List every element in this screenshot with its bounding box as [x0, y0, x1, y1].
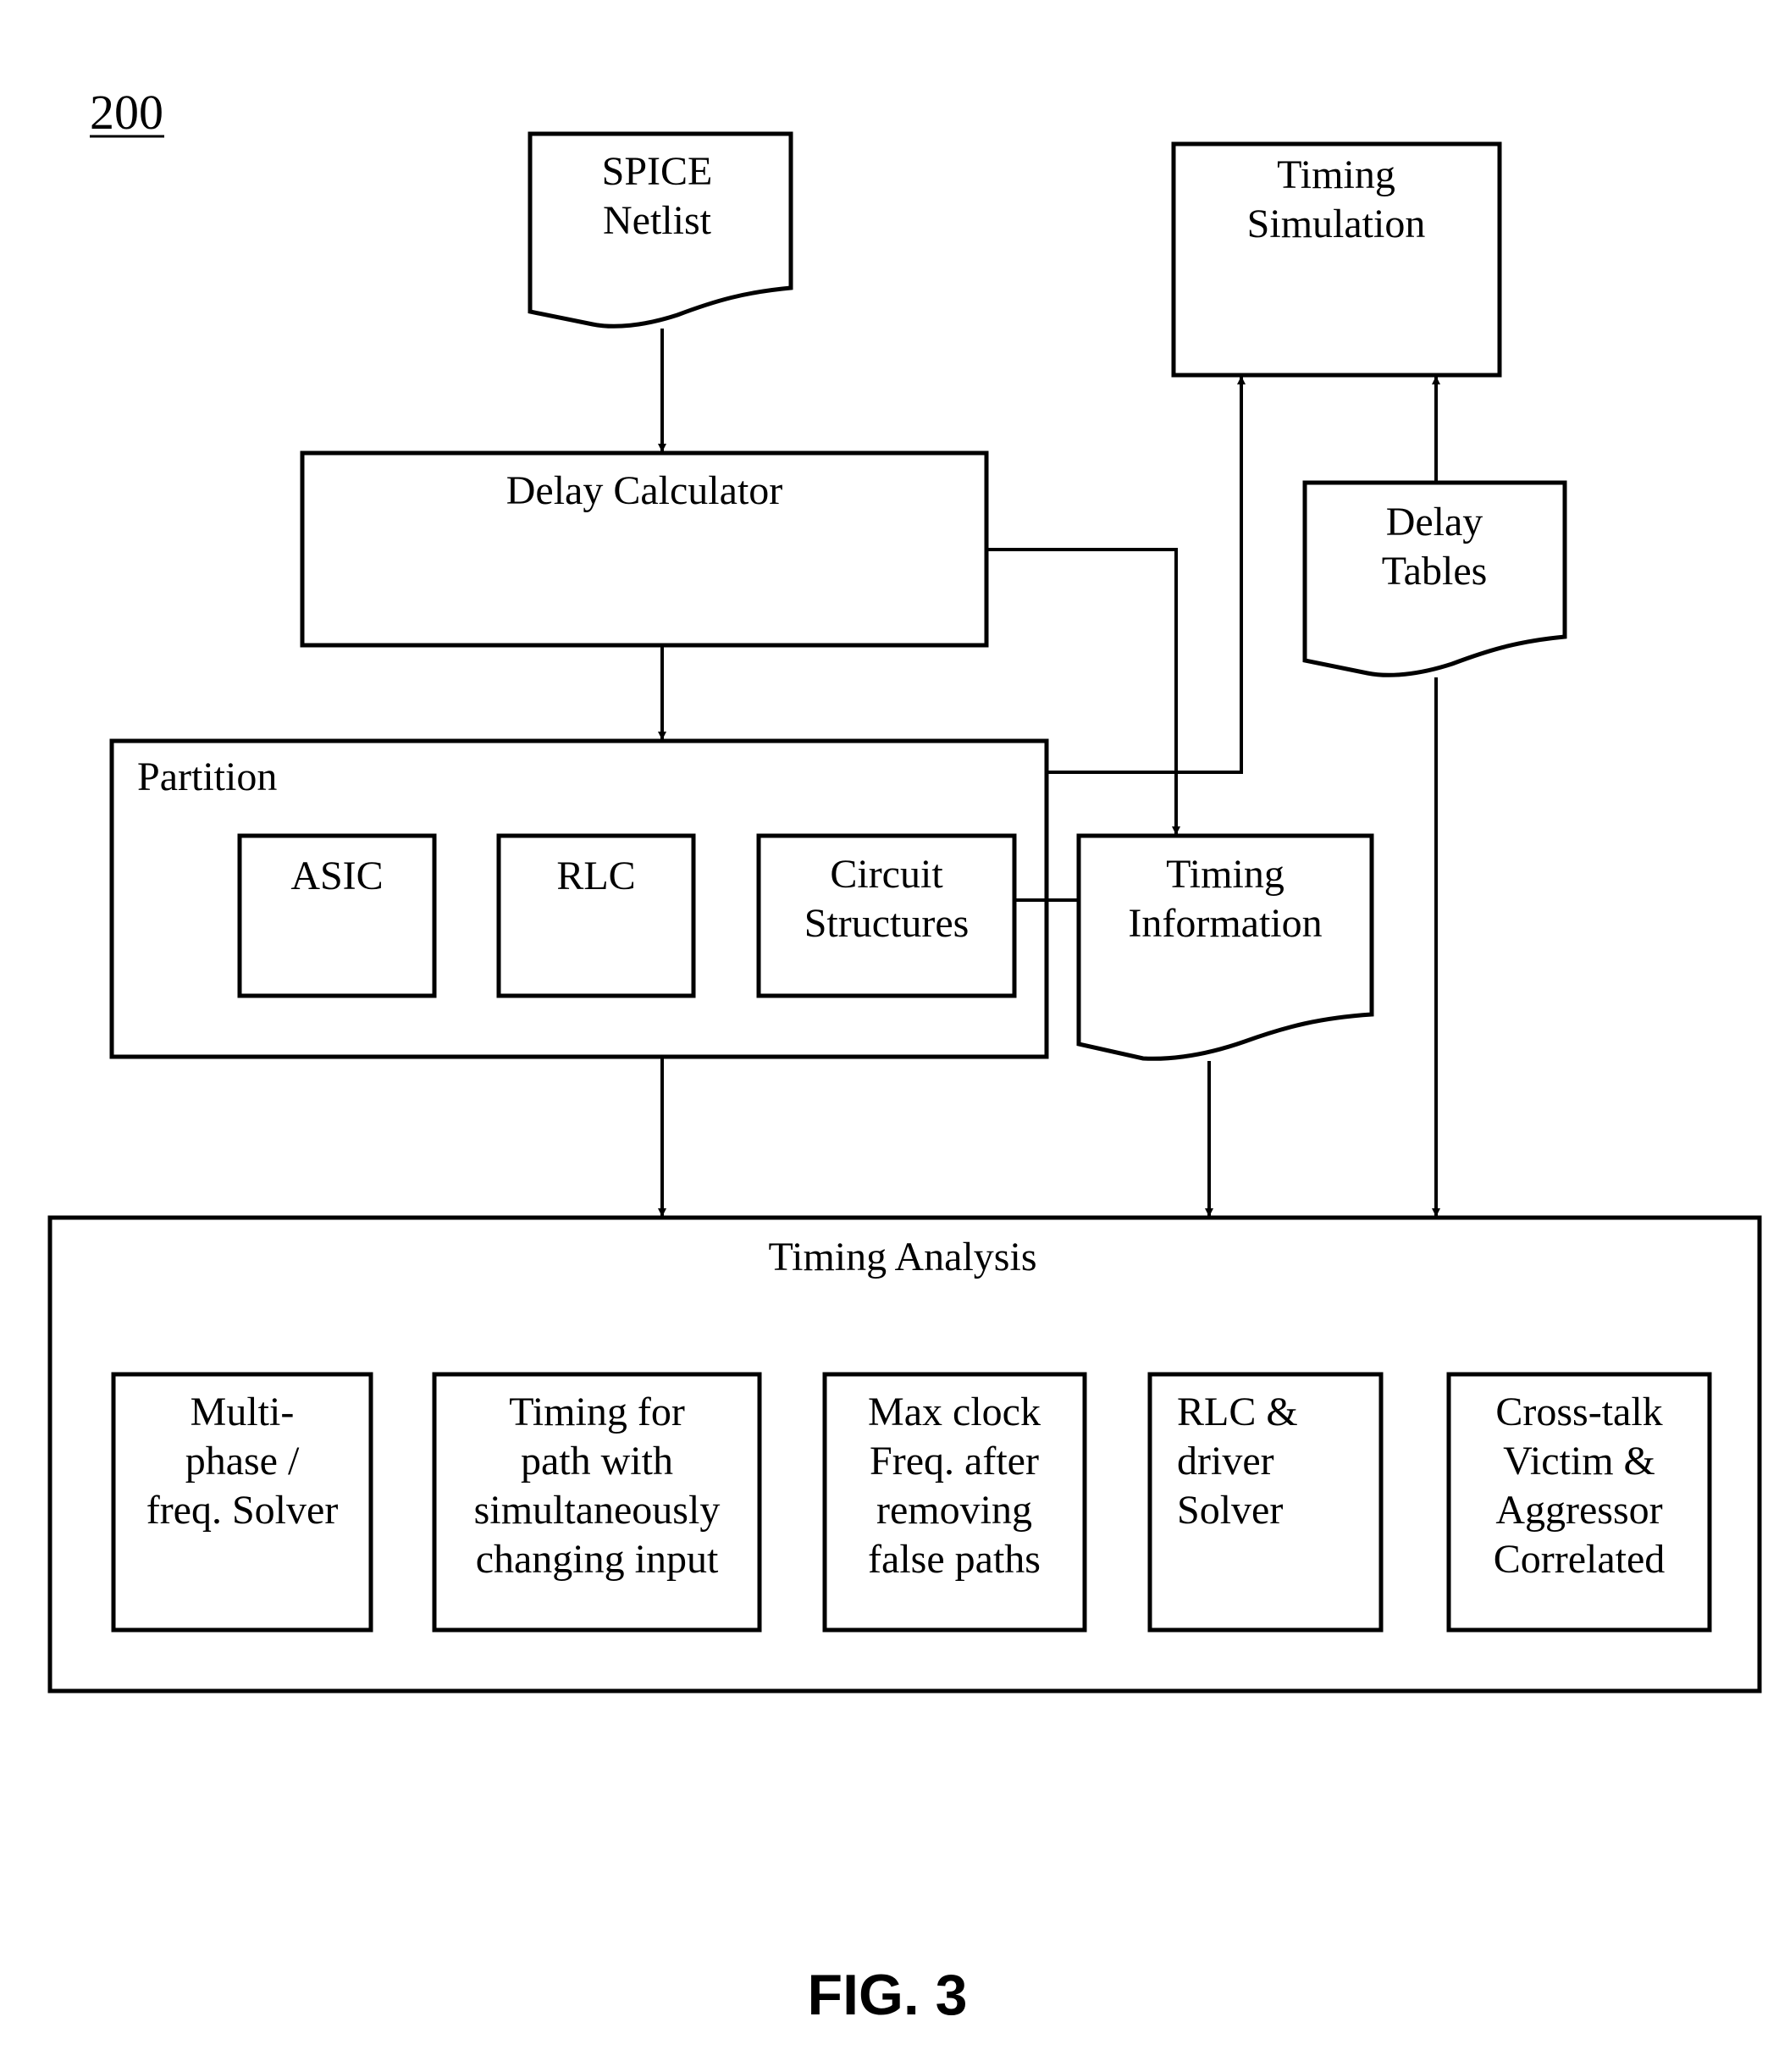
edge-partition-to-timing-simulation	[1047, 376, 1246, 774]
rlc-driver-label-line2: driver	[1177, 1439, 1274, 1484]
max-clock-label-line1: Max clock	[868, 1390, 1041, 1434]
delay-tables-node[interactable]: Delay Tables	[1302, 480, 1567, 677]
cross-talk-node[interactable]: Cross-talk Victim & Aggressor Correlated	[1446, 1372, 1712, 1633]
max-clock-label-line3: removing	[876, 1488, 1032, 1533]
rlc-label: RLC	[556, 854, 635, 898]
diagram-canvas: 200 SPICE Netlist Timing Simulation Dela…	[47, 85, 1762, 2027]
partition-node[interactable]: Partition ASIC RLC Circuit Structures	[109, 738, 1049, 1059]
timing-analysis-title: Timing Analysis	[769, 1235, 1037, 1279]
cross-talk-label-line3: Aggressor	[1495, 1488, 1662, 1533]
delay-tables-label-line2: Tables	[1382, 549, 1488, 594]
figure-caption: FIG. 3	[808, 1963, 968, 2027]
timing-for-path-label-line1: Timing for	[509, 1390, 685, 1434]
partition-title: Partition	[137, 754, 277, 799]
timing-information-node[interactable]: Timing Information	[1076, 833, 1374, 1061]
circuit-structures-label-line1: Circuit	[830, 852, 943, 897]
timing-for-path-label-line3: simultaneously	[474, 1488, 721, 1533]
circuit-structures-label-line2: Structures	[804, 901, 970, 946]
spice-netlist-label-line2: Netlist	[603, 198, 712, 243]
timing-simulation-node[interactable]: Timing Simulation	[1171, 141, 1502, 378]
asic-node[interactable]: ASIC	[237, 833, 437, 998]
rlc-driver-solver-node[interactable]: RLC & driver Solver	[1147, 1372, 1384, 1633]
multi-phase-label-line3: freq. Solver	[146, 1488, 339, 1533]
timing-simulation-label-line2: Simulation	[1247, 202, 1426, 246]
rlc-driver-label-line1: RLC &	[1177, 1390, 1298, 1434]
svg-text:200: 200	[90, 85, 163, 140]
delay-calculator-label: Delay Calculator	[506, 468, 783, 513]
max-clock-freq-node[interactable]: Max clock Freq. after removing false pat…	[822, 1372, 1087, 1633]
cross-talk-label-line1: Cross-talk	[1495, 1390, 1662, 1434]
multi-phase-label-line2: phase /	[185, 1439, 300, 1484]
delay-calculator-node[interactable]: Delay Calculator	[300, 450, 989, 648]
rlc-driver-label-line3: Solver	[1177, 1488, 1283, 1533]
max-clock-label-line4: false paths	[868, 1537, 1041, 1582]
circuit-structures-node[interactable]: Circuit Structures	[756, 833, 1017, 998]
cross-talk-label-line2: Victim &	[1503, 1439, 1655, 1484]
spice-netlist-label-line1: SPICE	[602, 149, 713, 194]
multi-phase-label-line1: Multi-	[191, 1390, 295, 1434]
timing-for-path-label-line2: path with	[521, 1439, 673, 1484]
timing-for-path-label-line4: changing input	[476, 1537, 719, 1582]
figure-reference-number: 200	[90, 85, 164, 140]
asic-label: ASIC	[290, 854, 383, 898]
timing-information-label-line2: Information	[1128, 901, 1322, 946]
cross-talk-label-line4: Correlated	[1494, 1537, 1666, 1582]
delay-tables-label-line1: Delay	[1386, 500, 1483, 544]
multi-phase-solver-node[interactable]: Multi- phase / freq. Solver	[111, 1372, 373, 1633]
timing-analysis-node[interactable]: Timing Analysis Multi- phase / freq. Sol…	[47, 1215, 1762, 1694]
max-clock-label-line2: Freq. after	[870, 1439, 1039, 1484]
rlc-node[interactable]: RLC	[496, 833, 696, 998]
timing-information-label-line1: Timing	[1166, 852, 1284, 897]
spice-netlist-node[interactable]: SPICE Netlist	[528, 131, 793, 329]
timing-simulation-label-line1: Timing	[1277, 152, 1395, 197]
timing-for-path-node[interactable]: Timing for path with simultaneously chan…	[432, 1372, 762, 1633]
